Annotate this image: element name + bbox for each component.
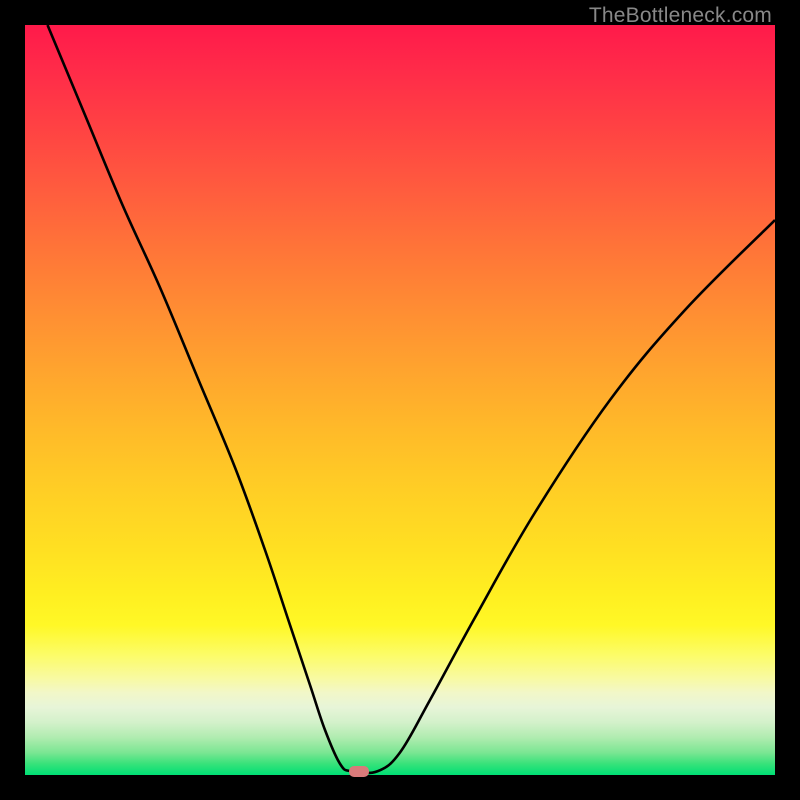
watermark-text: TheBottleneck.com bbox=[589, 4, 772, 28]
plot-gradient-background bbox=[25, 25, 775, 775]
optimum-marker bbox=[349, 766, 369, 777]
